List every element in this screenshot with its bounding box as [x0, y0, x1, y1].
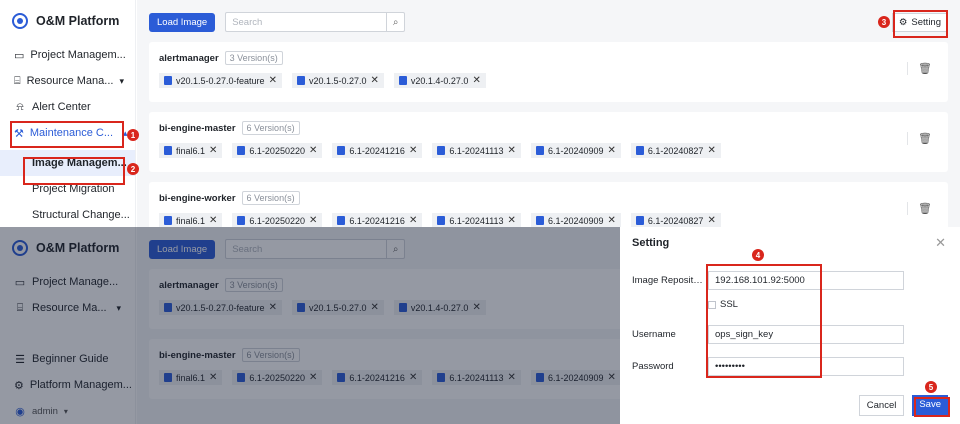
remove-tag-icon[interactable]: ✕ — [508, 215, 516, 226]
sidebar: O&M Platform ▭ Project Managem... ⌸ Resour… — [0, 0, 136, 227]
sidebar-item-resource-management[interactable]: ⌸ Resource Mana... ▾ — [0, 68, 135, 94]
remove-tag-icon[interactable]: ✕ — [209, 145, 217, 156]
file-icon — [237, 146, 246, 155]
bell-icon: ⍾ — [16, 100, 24, 113]
file-icon — [164, 146, 172, 155]
version-tag: 6.1-20250220 ✕ — [232, 213, 323, 227]
chart-icon: ⌸ — [14, 74, 21, 87]
version-tag: final6.1 ✕ — [159, 213, 223, 227]
version-tag: final6.1 ✕ — [159, 143, 223, 158]
version-tag: 6.1-20241216 ✕ — [332, 143, 423, 158]
remove-tag-icon[interactable]: ✕ — [707, 215, 715, 226]
load-image-button[interactable]: Load Image — [149, 12, 216, 32]
version-tag: 6.1-20250220 ✕ — [232, 143, 323, 158]
sidebar-item-project-management[interactable]: ▭ Project Managem... — [0, 42, 135, 68]
version-tag: 6.1-20240909 ✕ — [530, 143, 621, 158]
file-icon — [635, 216, 644, 225]
sidebar-item-alert-center[interactable]: ⍾ Alert Center — [0, 94, 135, 120]
username-label: Username — [632, 329, 676, 340]
remove-tag-icon[interactable]: ✕ — [472, 75, 480, 86]
highlight-box-1 — [10, 121, 124, 148]
step-badge-4: 4 — [752, 249, 764, 261]
trash-icon[interactable]: 🗑 — [907, 202, 932, 215]
main-content: Load Image Search ⌕ ⚙ Setting alertmanag… — [137, 0, 960, 227]
version-tag: v20.1.4-0.27.0 ✕ — [393, 73, 486, 88]
setting-dialog-screen: O&M Platform ▭ Project Manage... ⌸ Resourc… — [0, 227, 960, 424]
search-icon[interactable]: ⌕ — [386, 13, 404, 31]
remove-tag-icon[interactable]: ✕ — [309, 215, 317, 226]
trash-icon[interactable]: 🗑 — [907, 62, 932, 75]
repository-label: Image Repository ... — [632, 275, 708, 286]
file-icon — [337, 146, 346, 155]
file-icon — [237, 216, 246, 225]
file-icon — [296, 76, 305, 85]
cancel-button[interactable]: Cancel — [858, 395, 905, 416]
version-tag: 6.1-20240827 ✕ — [630, 213, 721, 227]
version-tag: v20.1.5-0.27.0-feature ✕ — [159, 73, 282, 88]
step-badge-1: 1 — [127, 129, 139, 141]
version-tag: 6.1-20241113 ✕ — [432, 213, 521, 227]
remove-tag-icon[interactable]: ✕ — [409, 145, 417, 156]
file-icon — [635, 146, 644, 155]
remove-tag-icon[interactable]: ✕ — [209, 215, 217, 226]
monitor-icon: ▭ — [14, 49, 25, 62]
version-count: 6 Version(s) — [241, 121, 300, 135]
version-tag: v20.1.5-0.27.0 ✕ — [291, 73, 384, 88]
modal-overlay[interactable] — [0, 227, 620, 424]
version-tag: 6.1-20241113 ✕ — [432, 143, 521, 158]
close-icon[interactable]: ✕ — [935, 235, 946, 251]
image-name: bi-engine-worker — [159, 192, 236, 204]
password-label: Password — [632, 361, 674, 372]
file-icon — [164, 76, 172, 85]
remove-tag-icon[interactable]: ✕ — [508, 145, 516, 156]
remove-tag-icon[interactable]: ✕ — [608, 145, 616, 156]
remove-tag-icon[interactable]: ✕ — [608, 215, 616, 226]
file-icon — [437, 216, 446, 225]
version-tag: 6.1-20240827 ✕ — [630, 143, 721, 158]
remove-tag-icon[interactable]: ✕ — [371, 75, 379, 86]
remove-tag-icon[interactable]: ✕ — [409, 215, 417, 226]
image-name: bi-engine-master — [159, 122, 236, 134]
file-icon — [535, 216, 544, 225]
highlight-box-5 — [914, 397, 950, 417]
version-tag: 6.1-20240909 ✕ — [530, 213, 621, 227]
remove-tag-icon[interactable]: ✕ — [269, 75, 277, 86]
step-badge-5: 5 — [925, 381, 937, 393]
file-icon — [437, 146, 446, 155]
image-card: alertmanager 3 Version(s) v20.1.5-0.27.0-… — [149, 42, 948, 102]
file-icon — [337, 216, 346, 225]
image-management-screen: O&M Platform ▭ Project Managem... ⌸ Resour… — [0, 0, 960, 227]
highlight-box-2 — [23, 157, 125, 185]
trash-icon[interactable]: 🗑 — [907, 132, 932, 145]
highlight-box-3 — [893, 10, 948, 38]
toolbar: Load Image Search ⌕ ⚙ Setting — [149, 12, 948, 32]
highlight-box-4 — [706, 264, 822, 378]
remove-tag-icon[interactable]: ✕ — [309, 145, 317, 156]
step-badge-2: 2 — [127, 163, 139, 175]
version-tag: 6.1-20241216 ✕ — [332, 213, 423, 227]
image-card: bi-engine-worker 6 Version(s) final6.1 ✕ 6… — [149, 182, 948, 227]
version-count: 6 Version(s) — [241, 191, 300, 205]
chevron-down-icon: ▾ — [119, 75, 124, 86]
image-card: bi-engine-master 6 Version(s) final6.1 ✕ 6… — [149, 112, 948, 172]
file-icon — [164, 216, 172, 225]
file-icon — [398, 76, 407, 85]
version-count: 3 Version(s) — [224, 51, 283, 65]
platform-logo-icon — [12, 13, 28, 29]
sidebar-subitem-structural-change[interactable]: Structural Change... — [0, 202, 135, 227]
image-name: alertmanager — [159, 52, 219, 64]
remove-tag-icon[interactable]: ✕ — [707, 145, 715, 156]
file-icon — [535, 146, 544, 155]
search-input[interactable]: Search ⌕ — [225, 12, 406, 32]
dialog-title: Setting — [632, 237, 670, 249]
logo: O&M Platform — [0, 0, 135, 42]
app-title: O&M Platform — [36, 14, 120, 28]
step-badge-3: 3 — [878, 16, 890, 28]
